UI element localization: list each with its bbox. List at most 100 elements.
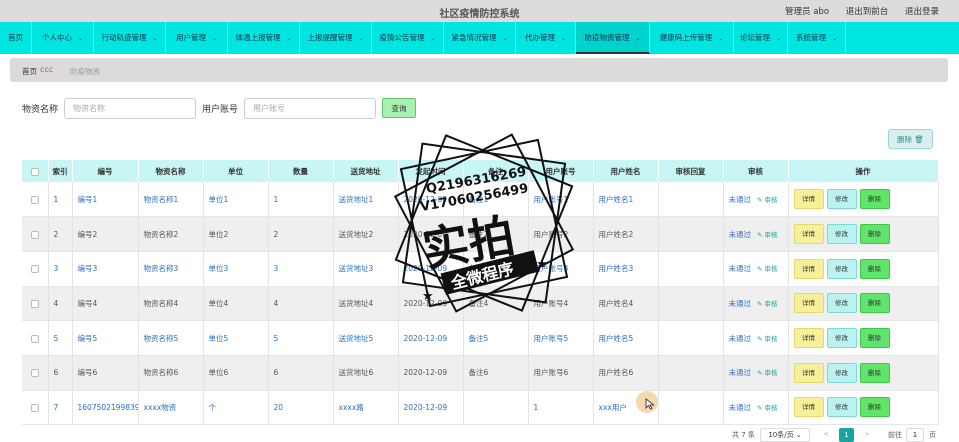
cell-address: xxxx路 [333, 390, 399, 426]
cell-reply [658, 286, 724, 322]
delete-button[interactable]: 删除 [859, 224, 890, 245]
nav-label: 代办管理 [524, 33, 555, 42]
audit-link-label: 审核 [764, 403, 778, 412]
audit-link[interactable]: ✎ 审核 [757, 196, 778, 204]
batch-delete-button[interactable]: 删除 🗑 [888, 129, 933, 149]
cell-note: 备注6 [463, 355, 529, 391]
row-checkbox[interactable] [30, 230, 39, 239]
supply-name-input[interactable] [64, 98, 196, 119]
row-select-cell[interactable] [22, 216, 49, 252]
chevron-down-icon: ⌄ [795, 431, 802, 439]
row-checkbox[interactable] [30, 195, 39, 204]
nav-label: 系统管理 [795, 33, 826, 42]
audit-link[interactable]: ✎ 审核 [757, 231, 778, 239]
col-reply: 审核回复 [658, 160, 724, 182]
delete-button[interactable]: 删除 [859, 293, 890, 314]
delete-button[interactable]: 删除 [859, 362, 890, 383]
breadcrumb-home[interactable]: 首页 [22, 66, 37, 77]
row-select-cell[interactable] [22, 390, 49, 426]
audit-link[interactable]: ✎ 审核 [757, 265, 778, 273]
detail-button[interactable]: 详情 [793, 224, 824, 245]
edit-icon: ✎ [757, 265, 763, 274]
supplies-table: 索引 编号 物资名称 单位 数量 送货地址 发起时间 备注 用户账号 用户姓名 … [22, 160, 939, 426]
audit-link[interactable]: ✎ 审核 [757, 369, 778, 377]
nav-user-management[interactable]: 用户管理 ⌄ [166, 22, 228, 54]
cell-account: 用户账号3 [528, 251, 594, 287]
cell-unit: 单位3 [203, 251, 269, 287]
cell-index: 7 [48, 390, 73, 426]
nav-health-code[interactable]: 健康码上传管理 ⌄ [650, 22, 734, 54]
detail-button[interactable]: 详情 [793, 293, 824, 314]
select-all-cell[interactable] [22, 160, 49, 182]
cell-username: 用户姓名3 [593, 251, 659, 287]
nav-epidemic-notice[interactable]: 疫情公告管理 ⌄ [372, 22, 444, 54]
edit-button[interactable]: 修改 [826, 293, 857, 314]
row-checkbox[interactable] [30, 369, 39, 378]
next-page-button[interactable]: > [860, 428, 874, 442]
col-username: 用户姓名 [593, 160, 659, 182]
delete-button[interactable]: 删除 [859, 328, 890, 349]
edit-button[interactable]: 修改 [826, 189, 857, 210]
row-select-cell[interactable] [22, 182, 49, 218]
edit-button[interactable]: 修改 [826, 224, 857, 245]
logout-link[interactable]: 退出登录 [905, 7, 939, 17]
edit-button[interactable]: 修改 [826, 328, 857, 349]
detail-button[interactable]: 详情 [793, 362, 824, 383]
row-select-cell[interactable] [22, 286, 49, 322]
page-size-select[interactable]: 10条/页 ⌄ [760, 428, 810, 442]
cell-actions: 详情 修改 删除 [788, 355, 939, 391]
row-checkbox[interactable] [30, 334, 39, 343]
nav-report-reminder[interactable]: 上报提醒管理 ⌄ [300, 22, 372, 54]
cell-index: 3 [48, 251, 73, 287]
prev-page-button[interactable]: < [819, 428, 833, 442]
table-header-row: 索引 编号 物资名称 单位 数量 送货地址 发起时间 备注 用户账号 用户姓名 … [22, 160, 939, 182]
detail-button[interactable]: 详情 [793, 189, 824, 210]
detail-button[interactable]: 详情 [793, 258, 824, 279]
audit-status: 未通过 [728, 298, 752, 308]
nav-home[interactable]: 首页 [0, 22, 32, 54]
table-row: 5 编号5 物资名称5 单位5 5 送货地址5 2020-12-09 备注5 用… [22, 320, 939, 356]
select-all-checkbox[interactable] [30, 167, 39, 176]
nav-temperature-report[interactable]: 体温上报管理 ⌄ [228, 22, 300, 54]
edit-button[interactable]: 修改 [826, 258, 857, 279]
edit-button[interactable]: 修改 [826, 362, 857, 383]
detail-button[interactable]: 详情 [793, 328, 824, 349]
nav-emergency[interactable]: 紧急情况管理 ⌄ [444, 22, 516, 54]
delete-button[interactable]: 删除 [859, 189, 890, 210]
goto-page-input[interactable]: 1 [906, 428, 924, 442]
audit-link[interactable]: ✎ 审核 [757, 335, 778, 343]
delete-button[interactable]: 删除 [859, 397, 890, 418]
nav-personal-center[interactable]: 个人中心 ⌄ [32, 22, 94, 54]
nav-supplies-management[interactable]: 防疫物资管理 ⌄ [576, 22, 650, 54]
nav-label: 上报提醒管理 [307, 33, 353, 42]
back-to-front-link[interactable]: 退出到前台 [846, 7, 889, 17]
page-unit-label: 页 [929, 431, 936, 439]
edit-button[interactable]: 修改 [826, 397, 857, 418]
delete-button[interactable]: 删除 [859, 258, 890, 279]
page-1-button[interactable]: 1 [839, 428, 854, 442]
cell-supply-name: 物资名称6 [138, 355, 204, 391]
cell-actions: 详情 修改 删除 [788, 320, 939, 356]
col-note: 备注 [463, 160, 529, 182]
cell-account: 用户账号5 [528, 320, 594, 356]
chevron-down-icon: ⌄ [718, 35, 724, 42]
row-checkbox[interactable] [30, 403, 39, 412]
cell-time: 2020-12-09 [398, 251, 464, 287]
col-supply-name: 物资名称 [138, 160, 204, 182]
row-select-cell[interactable] [22, 251, 49, 287]
row-checkbox[interactable] [30, 299, 39, 308]
row-checkbox[interactable] [30, 265, 39, 274]
audit-link[interactable]: ✎ 审核 [757, 300, 778, 308]
detail-button[interactable]: 详情 [793, 397, 824, 418]
row-select-cell[interactable] [22, 320, 49, 356]
query-button[interactable]: 查询 [382, 98, 416, 118]
nav-system[interactable]: 系统管理 ⌄ [788, 22, 846, 54]
audit-link[interactable]: ✎ 审核 [757, 404, 778, 412]
batch-delete-label: 删除 [897, 134, 913, 144]
nav-errand[interactable]: 代办管理 ⌄ [516, 22, 576, 54]
nav-track-management[interactable]: 行动轨迹管理 ⌄ [94, 22, 166, 54]
nav-forum[interactable]: 论坛管理 ⌄ [734, 22, 788, 54]
cell-code: 编号3 [72, 251, 139, 287]
user-account-input[interactable] [244, 98, 376, 119]
row-select-cell[interactable] [22, 355, 49, 391]
